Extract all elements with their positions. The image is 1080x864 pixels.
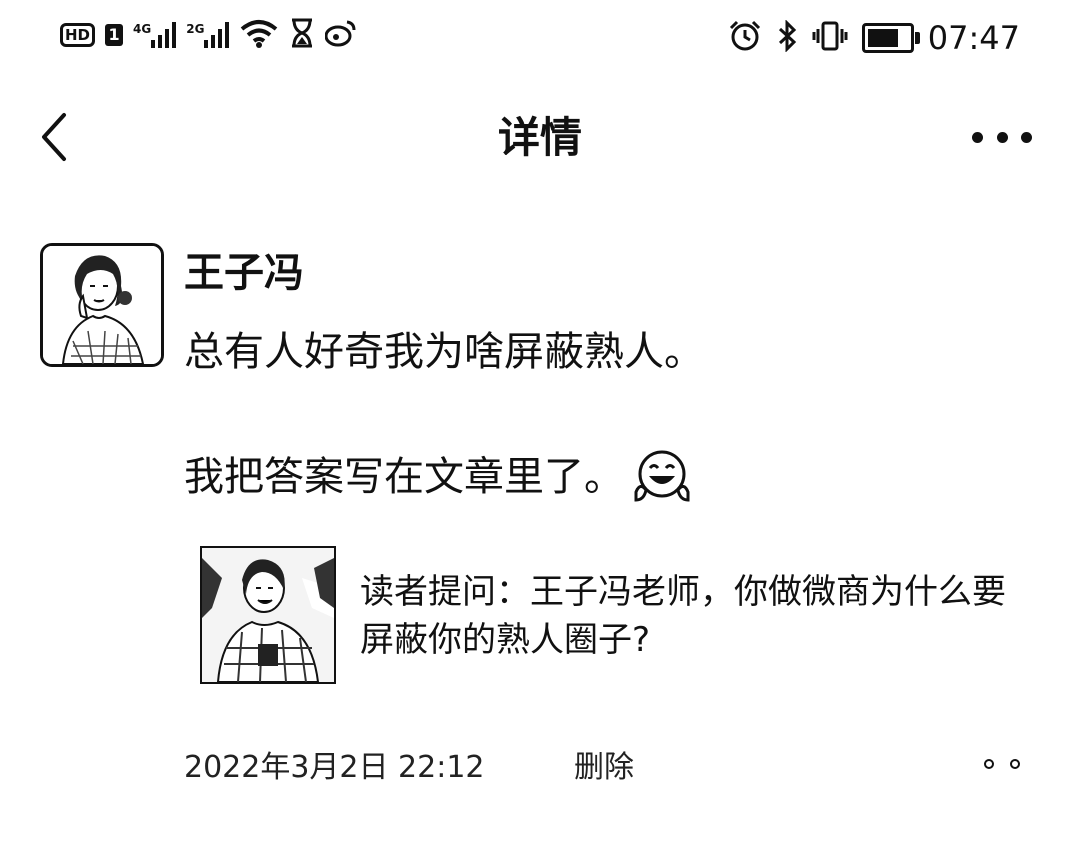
post-text-line-2: 我把答案写在文章里了。 [184,454,624,500]
vibrate-icon [812,20,848,56]
status-bar-left: HD 1 4G 2G [60,18,357,52]
post-text-line: 我把答案写在文章里了。 [184,448,692,506]
battery-icon [861,23,920,53]
avatar[interactable] [40,243,164,367]
signal-2g-icon: 2G [186,22,230,48]
post-text-line: 总有人好奇我为啥屏蔽熟人。 [184,329,704,375]
network-type-label: 2G [186,22,205,36]
article-link-title: 读者提问：王子冯老师，你做微商为什么要屏蔽你的熟人圈子? [360,572,1006,660]
article-thumbnail [200,546,336,684]
bluetooth-icon [776,19,798,56]
comment-like-dots-icon [984,759,994,769]
status-bar: HD 1 4G 2G 07:47 [0,0,1080,80]
wifi-icon [239,18,279,52]
article-thumbnail-image [202,548,334,682]
alarm-icon [728,20,762,56]
page-title: 详情 [497,113,582,162]
avatar-image [43,246,161,364]
author-name[interactable]: 王子冯 [184,247,304,299]
more-horizontal-icon [972,131,983,143]
clock-time: 07:47 [927,19,1020,57]
signal-4g-icon: 4G [133,22,177,48]
hd-icon: HD [60,23,96,47]
status-bar-right: 07:47 [728,18,1020,58]
hourglass-icon [289,18,315,52]
post-timestamp: 2022年3月2日 22:12 [184,750,485,785]
article-link-card[interactable]: 读者提问：王子冯老师，你做微商为什么要屏蔽你的熟人圈子? [184,532,1044,697]
laughing-emoji-icon [634,450,690,502]
sim-icon: 1 [105,24,124,46]
battery-level [867,29,898,47]
weibo-icon [324,19,357,51]
network-type-label: 4G [133,22,152,36]
comment-like-button[interactable] [984,754,1020,774]
delete-link[interactable]: 删除 [574,748,634,788]
more-options-button[interactable] [972,120,1032,154]
